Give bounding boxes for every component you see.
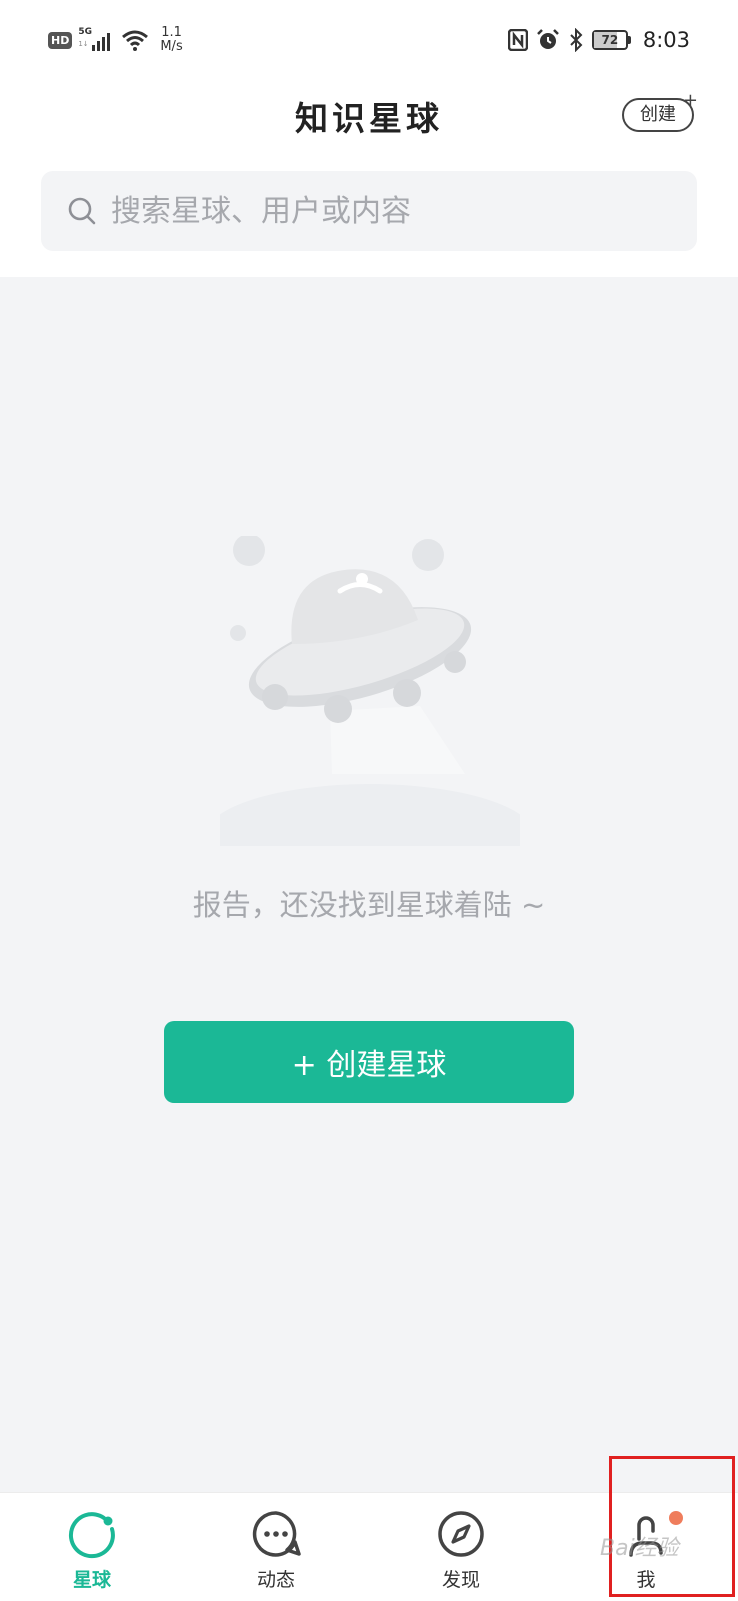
watermark: Bai经验 <box>600 1536 679 1561</box>
wifi-icon <box>122 30 149 51</box>
clock: 8:03 <box>642 28 690 52</box>
nfc-icon <box>507 29 528 51</box>
speed-value: 1.1 <box>161 25 182 40</box>
battery-icon: 72 <box>591 30 631 50</box>
compass-icon <box>438 1511 484 1557</box>
tab-planet[interactable]: 星球 <box>32 1493 152 1601</box>
planet-icon <box>68 1512 115 1559</box>
chat-bubble-icon <box>252 1511 301 1557</box>
search-bar[interactable] <box>41 171 697 251</box>
bluetooth-icon <box>570 28 583 52</box>
empty-state-message: 报告，还没找到星球着陆 ~ <box>192 888 546 922</box>
alarm-icon <box>536 29 559 49</box>
network-type: 5G <box>78 27 92 37</box>
create-planet-button[interactable]: + 创建星球 <box>164 1021 574 1103</box>
highlight-annotation <box>609 1456 735 1597</box>
create-button[interactable]: 创建 + <box>622 90 698 132</box>
tab-label: 动态 <box>256 1569 295 1591</box>
hd-icon: HD <box>48 31 73 49</box>
tab-label: 发现 <box>441 1569 480 1591</box>
main-content: 报告，还没找到星球着陆 ~ + 创建星球 <box>0 277 738 1492</box>
network-activity: 1↓ <box>78 40 89 48</box>
battery-level: 72 <box>601 33 619 47</box>
status-bar: HD 5G 1↓ 1.1 M/s 72 8:03 <box>0 0 738 80</box>
plus-icon: + <box>682 90 698 111</box>
cellular-signal-icon: 5G 1↓ <box>78 27 114 53</box>
speed-unit: M/s <box>160 39 183 54</box>
tab-activity[interactable]: 动态 <box>216 1493 336 1601</box>
network-speed: 1.1 M/s <box>160 26 182 54</box>
search-icon <box>68 197 96 225</box>
create-button-label: 创建 <box>640 104 676 125</box>
tab-discover[interactable]: 发现 <box>401 1493 521 1601</box>
ufo-illustration <box>220 536 520 846</box>
tab-label: 星球 <box>72 1569 111 1591</box>
search-input[interactable] <box>109 192 653 230</box>
